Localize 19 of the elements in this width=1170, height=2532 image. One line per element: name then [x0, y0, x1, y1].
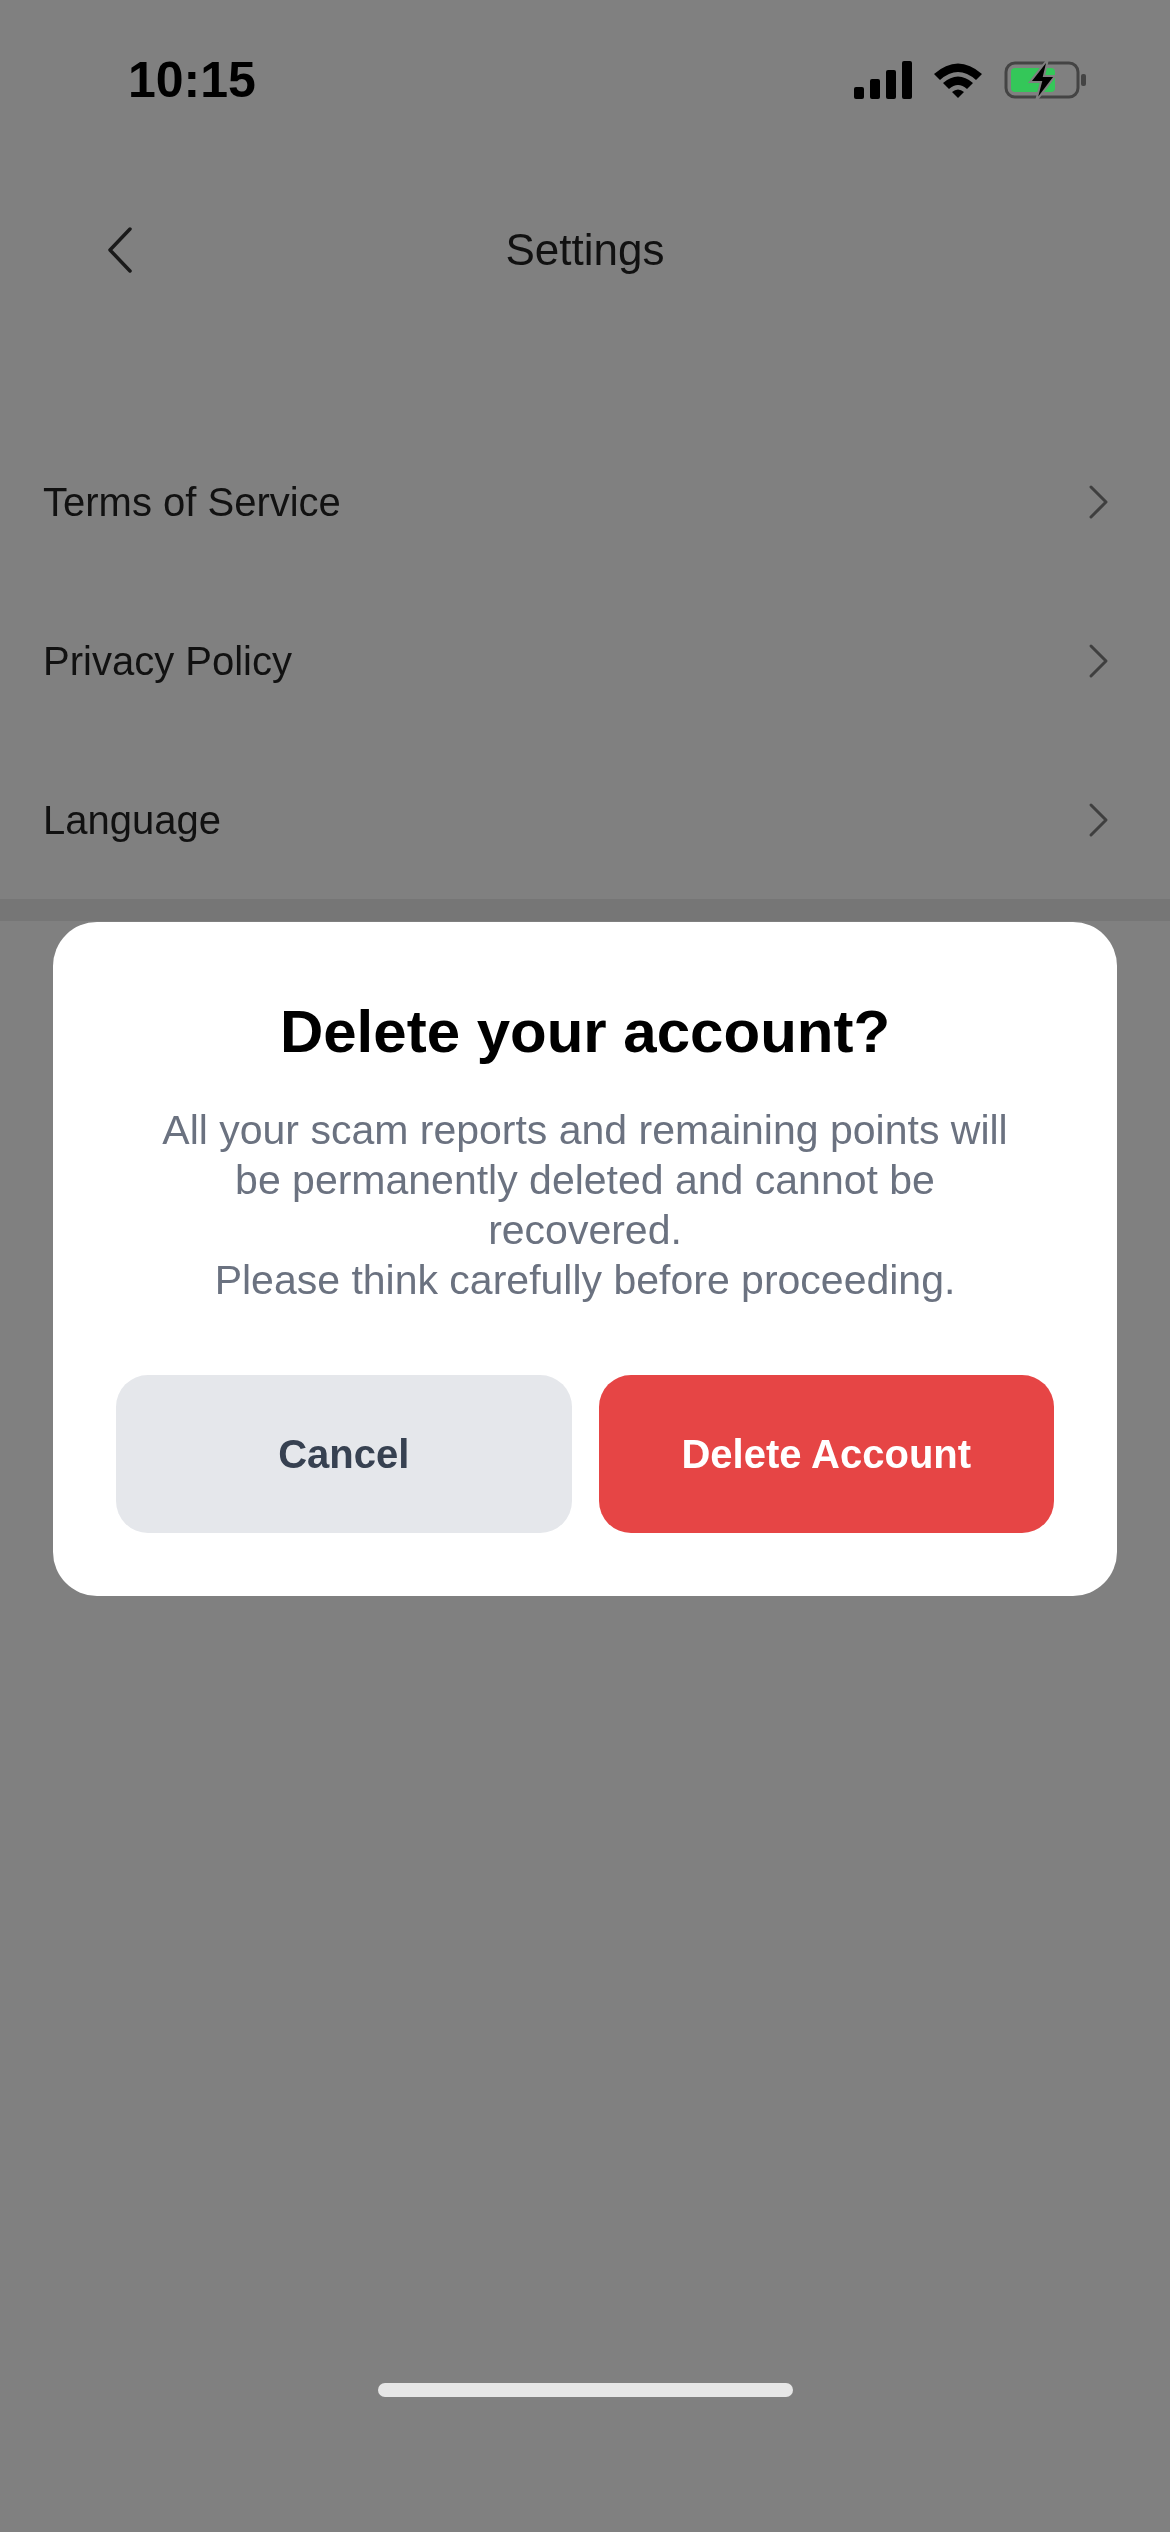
battery-icon [1004, 59, 1088, 101]
delete-account-button[interactable]: Delete Account [598, 1375, 1054, 1533]
status-time: 10:15 [128, 50, 256, 110]
settings-row[interactable]: Terms of Service [0, 422, 1170, 581]
cancel-button[interactable]: Cancel [116, 1375, 572, 1533]
chevron-right-icon [1088, 642, 1110, 679]
wifi-icon [932, 61, 984, 99]
settings-row[interactable]: Privacy Policy [0, 581, 1170, 740]
dialog-message: All your scam reports and remaining points will be permanently deleted and cannot be recovered. Please think carefully before proceeding. [161, 1106, 1009, 1305]
settings-row[interactable]: Language [0, 740, 1170, 899]
row-label: Privacy Policy [43, 637, 292, 685]
row-label: Language [43, 796, 221, 844]
dialog-title: Delete your account? [279, 997, 891, 1067]
signal-icon [854, 61, 912, 99]
chevron-right-icon [1088, 801, 1110, 838]
row-label: Terms of Service [43, 478, 341, 526]
screen-title: Settings [505, 224, 665, 276]
back-icon [107, 226, 133, 274]
chevron-right-icon [1088, 483, 1110, 520]
